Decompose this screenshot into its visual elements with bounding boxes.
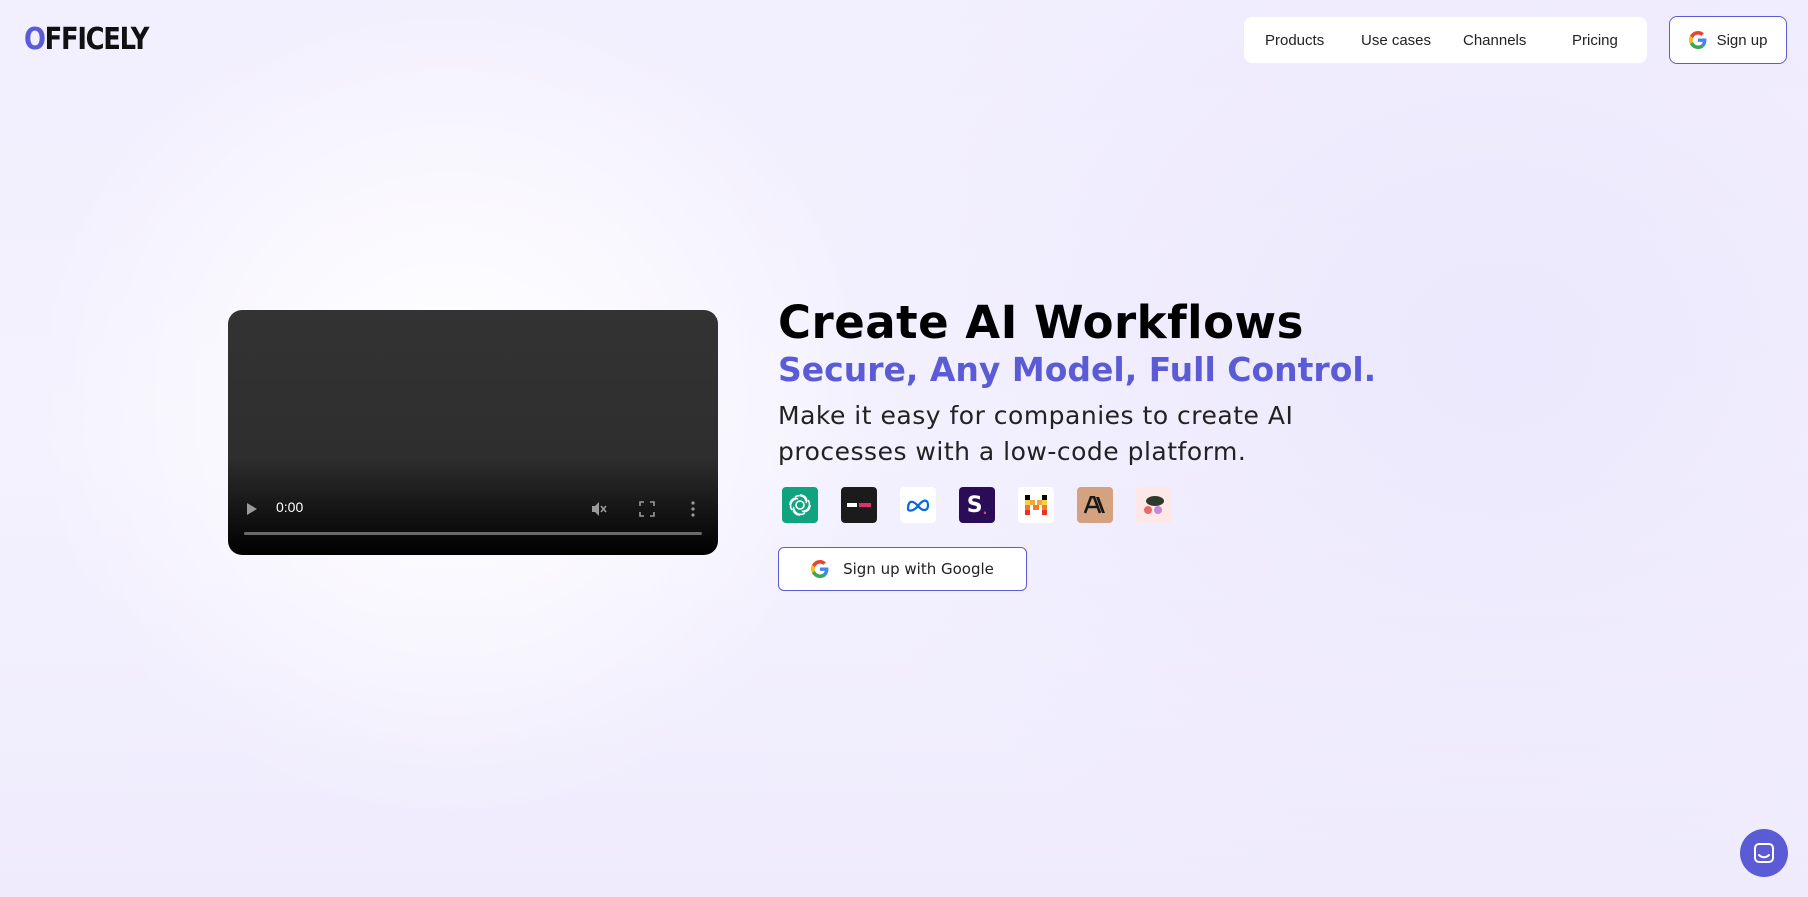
top-nav: Products Use cases Channels Pricing — [1244, 17, 1647, 63]
chat-launcher-button[interactable] — [1740, 829, 1788, 877]
s-icon: S. — [959, 487, 995, 523]
fullscreen-icon[interactable] — [639, 501, 655, 517]
google-icon — [811, 560, 829, 578]
openai-icon — [782, 487, 818, 523]
mute-icon[interactable] — [590, 500, 608, 518]
signup-label: Sign up — [1716, 31, 1768, 49]
hero-subtitle: Secure, Any Model, Full Control. — [778, 350, 1377, 389]
nav-use-cases[interactable]: Use cases — [1361, 32, 1431, 49]
hero-description: Make it easy for companies to create AI … — [778, 401, 1294, 466]
anthropic-icon — [1077, 487, 1113, 523]
logo-o: O — [24, 22, 46, 57]
aiml-icon — [841, 487, 877, 523]
meta-icon — [900, 487, 936, 523]
chat-icon — [1754, 843, 1774, 863]
nav-pricing[interactable]: Pricing — [1572, 32, 1618, 49]
video-progress-bar[interactable] — [244, 532, 702, 535]
google-cta-label: Sign up with Google — [843, 560, 994, 578]
play-icon[interactable] — [246, 502, 258, 516]
shapes-icon — [1136, 487, 1172, 523]
google-icon — [1688, 31, 1706, 49]
model-logos: S. — [782, 487, 1172, 523]
video-time: 0:00 — [276, 499, 304, 515]
video-player[interactable]: 0:00 — [228, 310, 718, 555]
officely-logo[interactable]: OFFICELY — [24, 22, 150, 57]
nav-products[interactable]: Products — [1265, 32, 1324, 49]
signup-button[interactable]: Sign up — [1669, 16, 1787, 64]
hero-title: Create AI Workflows — [778, 296, 1304, 349]
signup-with-google-button[interactable]: Sign up with Google — [778, 547, 1027, 591]
mistral-icon — [1018, 487, 1054, 523]
more-options-icon[interactable] — [691, 501, 695, 517]
logo-text: FFICELY — [44, 22, 150, 57]
nav-channels[interactable]: Channels — [1463, 32, 1526, 49]
